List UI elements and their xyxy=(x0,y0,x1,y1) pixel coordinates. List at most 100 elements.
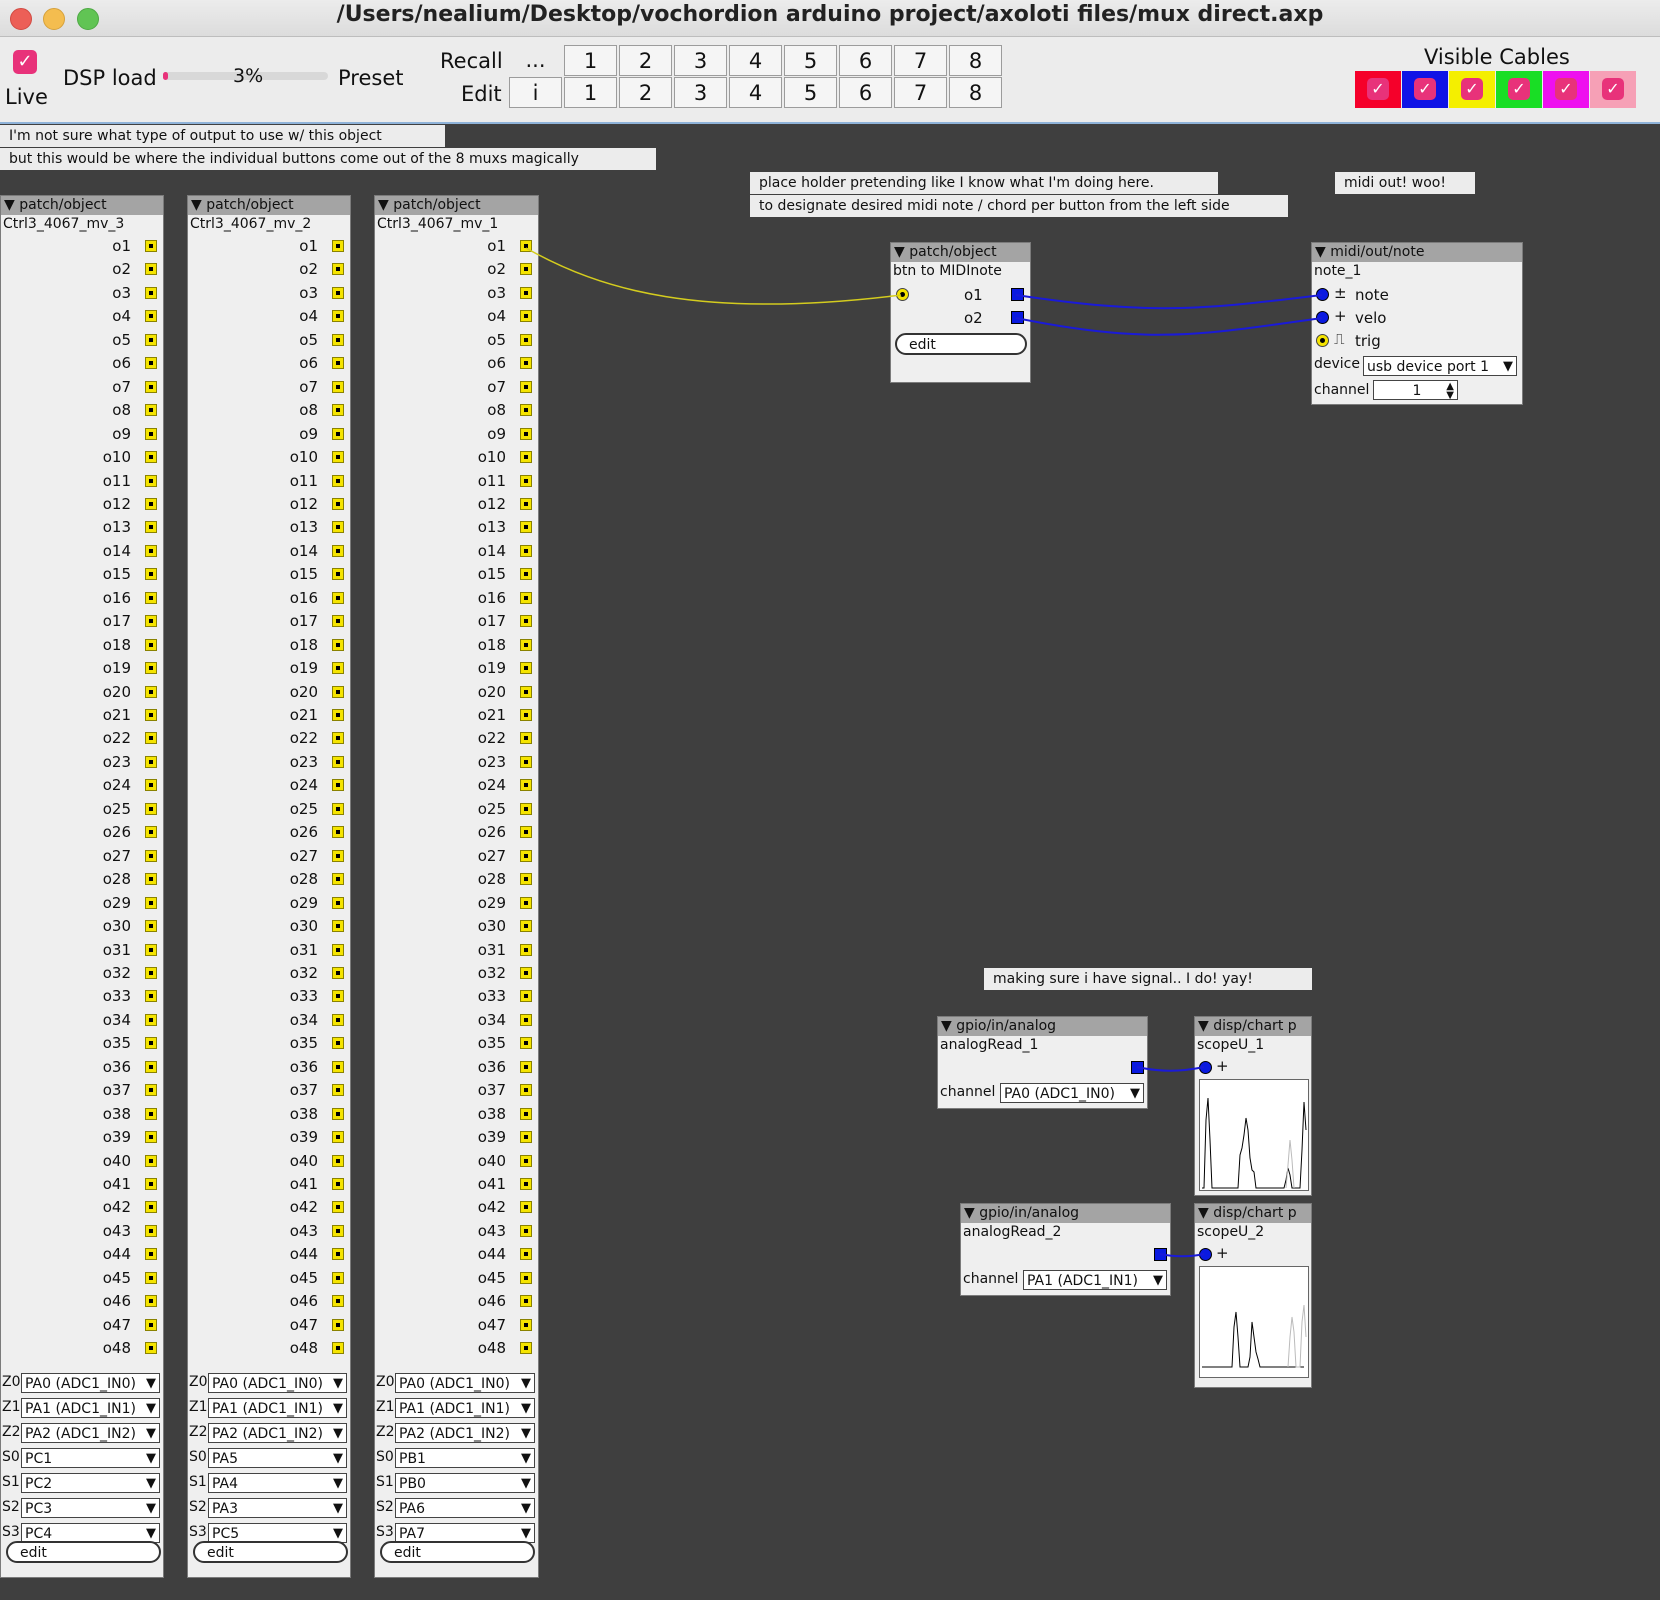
outlet-o16-icon[interactable] xyxy=(145,591,157,604)
outlet-o30-icon[interactable] xyxy=(332,920,344,933)
outlet-o1-icon[interactable] xyxy=(332,240,344,252)
outlet-o31-icon[interactable] xyxy=(332,943,344,956)
param-select[interactable]: PC3 ▼ xyxy=(21,1498,160,1518)
outlet-o42-icon[interactable] xyxy=(332,1201,344,1214)
object-instance-name[interactable]: analogRead_1 xyxy=(938,1036,1147,1055)
object-type-header[interactable]: ▼ midi/out/note xyxy=(1312,243,1522,262)
outlet-o2-icon[interactable] xyxy=(145,263,157,276)
comment-placeholder[interactable]: place holder pretending like I know what… xyxy=(750,172,1218,194)
param-select[interactable]: PC5 ▼ xyxy=(208,1523,347,1543)
outlet-o25-icon[interactable] xyxy=(145,802,157,815)
param-select[interactable]: PA0 (ADC1_IN0) ▼ xyxy=(395,1373,535,1393)
edit-preset-1[interactable]: 1 xyxy=(564,77,617,108)
recall-preset-3[interactable]: 3 xyxy=(674,45,727,76)
outlet-o24-icon[interactable] xyxy=(332,779,344,792)
collapse-triangle-icon[interactable]: ▼ xyxy=(1198,1018,1209,1034)
outlet-o25-icon[interactable] xyxy=(332,802,344,815)
object-instance-name[interactable]: analogRead_2 xyxy=(961,1223,1170,1242)
outlet-o18-icon[interactable] xyxy=(520,638,532,651)
param-select[interactable]: PA4 ▼ xyxy=(208,1473,347,1493)
inlet-velo-icon[interactable] xyxy=(1316,311,1329,324)
comment-signal-check[interactable]: making sure i have signal.. I do! yay! xyxy=(984,968,1312,990)
outlet-o9-icon[interactable] xyxy=(332,427,344,440)
outlet-o23-icon[interactable] xyxy=(145,755,157,768)
outlet-o20-icon[interactable] xyxy=(145,685,157,698)
recall-more-button[interactable]: ... xyxy=(509,45,562,76)
outlet-o8-icon[interactable] xyxy=(145,404,157,417)
outlet-o34-icon[interactable] xyxy=(520,1013,532,1026)
outlet-o8-icon[interactable] xyxy=(332,404,344,417)
outlet-o22-icon[interactable] xyxy=(332,732,344,745)
outlet-o17-icon[interactable] xyxy=(520,615,532,628)
live-checkbox[interactable]: ✓ xyxy=(13,50,37,74)
outlet-o38-icon[interactable] xyxy=(520,1107,532,1120)
outlet-o32-icon[interactable] xyxy=(145,966,157,979)
outlet-o3-icon[interactable] xyxy=(145,286,157,299)
outlet-o11-icon[interactable] xyxy=(520,474,532,487)
cable-toggle-red[interactable]: ✓ xyxy=(1355,71,1401,108)
outlet-icon[interactable] xyxy=(1131,1061,1144,1074)
outlet-o35-icon[interactable] xyxy=(520,1037,532,1050)
param-select[interactable]: PC1 ▼ xyxy=(21,1448,160,1468)
outlet-o34-icon[interactable] xyxy=(145,1013,157,1026)
outlet-o14-icon[interactable] xyxy=(145,544,157,557)
comment-midi-out[interactable]: midi out! woo! xyxy=(1335,172,1475,194)
edit-preset-5[interactable]: 5 xyxy=(784,77,837,108)
outlet-o6-icon[interactable] xyxy=(520,357,532,370)
outlet-o15-icon[interactable] xyxy=(520,568,532,581)
mux-object-3[interactable]: ▼ patch/object Ctrl3_4067_mv_3 o1 o2 o3 o4 o… xyxy=(0,195,164,1578)
outlet-o5-icon[interactable] xyxy=(145,333,157,346)
cable-toggle-purple[interactable]: ✓ xyxy=(1543,71,1589,108)
outlet-o5-icon[interactable] xyxy=(332,333,344,346)
outlet-o41-icon[interactable] xyxy=(332,1178,344,1190)
outlet-o27-icon[interactable] xyxy=(145,849,157,862)
outlet-o4-icon[interactable] xyxy=(520,310,532,323)
outlet-o10-icon[interactable] xyxy=(332,451,344,464)
comment-output-type[interactable]: I'm not sure what type of output to use … xyxy=(0,125,445,147)
outlet-o16-icon[interactable] xyxy=(520,591,532,604)
object-instance-name[interactable]: Ctrl3_4067_mv_1 xyxy=(375,215,538,234)
outlet-o44-icon[interactable] xyxy=(520,1248,532,1261)
outlet-o27-icon[interactable] xyxy=(332,849,344,862)
object-type-header[interactable]: ▼ gpio/in/analog xyxy=(938,1017,1147,1036)
outlet-o46-icon[interactable] xyxy=(332,1295,344,1308)
param-select[interactable]: PA2 (ADC1_IN2) ▼ xyxy=(21,1423,160,1443)
outlet-o27-icon[interactable] xyxy=(520,849,532,862)
cable-toggle-pink[interactable]: ✓ xyxy=(1590,71,1636,108)
outlet-o10-icon[interactable] xyxy=(520,451,532,464)
outlet-o45-icon[interactable] xyxy=(145,1271,157,1284)
param-select[interactable]: PA1 (ADC1_IN1) ▼ xyxy=(208,1398,347,1418)
edit-preset-6[interactable]: 6 xyxy=(839,77,892,108)
outlet-o28-icon[interactable] xyxy=(520,873,532,886)
object-type-header[interactable]: ▼ patch/object xyxy=(891,243,1030,262)
param-select[interactable]: PA2 (ADC1_IN2) ▼ xyxy=(395,1423,535,1443)
object-instance-name[interactable]: Ctrl3_4067_mv_3 xyxy=(1,215,163,234)
outlet-o32-icon[interactable] xyxy=(520,966,532,979)
outlet-o3-icon[interactable] xyxy=(520,286,532,299)
outlet-o25-icon[interactable] xyxy=(520,802,532,815)
outlet-o18-icon[interactable] xyxy=(145,638,157,651)
outlet-o33-icon[interactable] xyxy=(520,990,532,1003)
outlet-o28-icon[interactable] xyxy=(332,873,344,886)
outlet-o35-icon[interactable] xyxy=(145,1037,157,1050)
param-select[interactable]: PA5 ▼ xyxy=(208,1448,347,1468)
object-instance-name[interactable]: btn to MIDInote xyxy=(891,262,1030,281)
scope-2-object[interactable]: ▼ disp/chart p scopeU_2 + xyxy=(1194,1203,1312,1388)
spinner-arrows-icon[interactable]: ▲ ▼ xyxy=(1446,382,1454,400)
param-select[interactable]: PA6 ▼ xyxy=(395,1498,535,1518)
outlet-o18-icon[interactable] xyxy=(332,638,344,651)
outlet-o16-icon[interactable] xyxy=(332,591,344,604)
outlet-o45-icon[interactable] xyxy=(332,1271,344,1284)
edit-button[interactable]: edit xyxy=(895,333,1027,355)
cable-toggle-yellow[interactable]: ✓ xyxy=(1449,71,1495,108)
outlet-o46-icon[interactable] xyxy=(520,1295,532,1308)
outlet-o39-icon[interactable] xyxy=(145,1131,157,1144)
outlet-o38-icon[interactable] xyxy=(145,1107,157,1120)
object-type-header[interactable]: ▼ patch/object xyxy=(1,196,163,215)
recall-preset-5[interactable]: 5 xyxy=(784,45,837,76)
outlet-o33-icon[interactable] xyxy=(145,990,157,1003)
outlet-o36-icon[interactable] xyxy=(332,1060,344,1073)
comment-designate-midi[interactable]: to designate desired midi note / chord p… xyxy=(750,195,1288,217)
outlet-o5-icon[interactable] xyxy=(520,333,532,346)
edit-preset-8[interactable]: 8 xyxy=(949,77,1002,108)
